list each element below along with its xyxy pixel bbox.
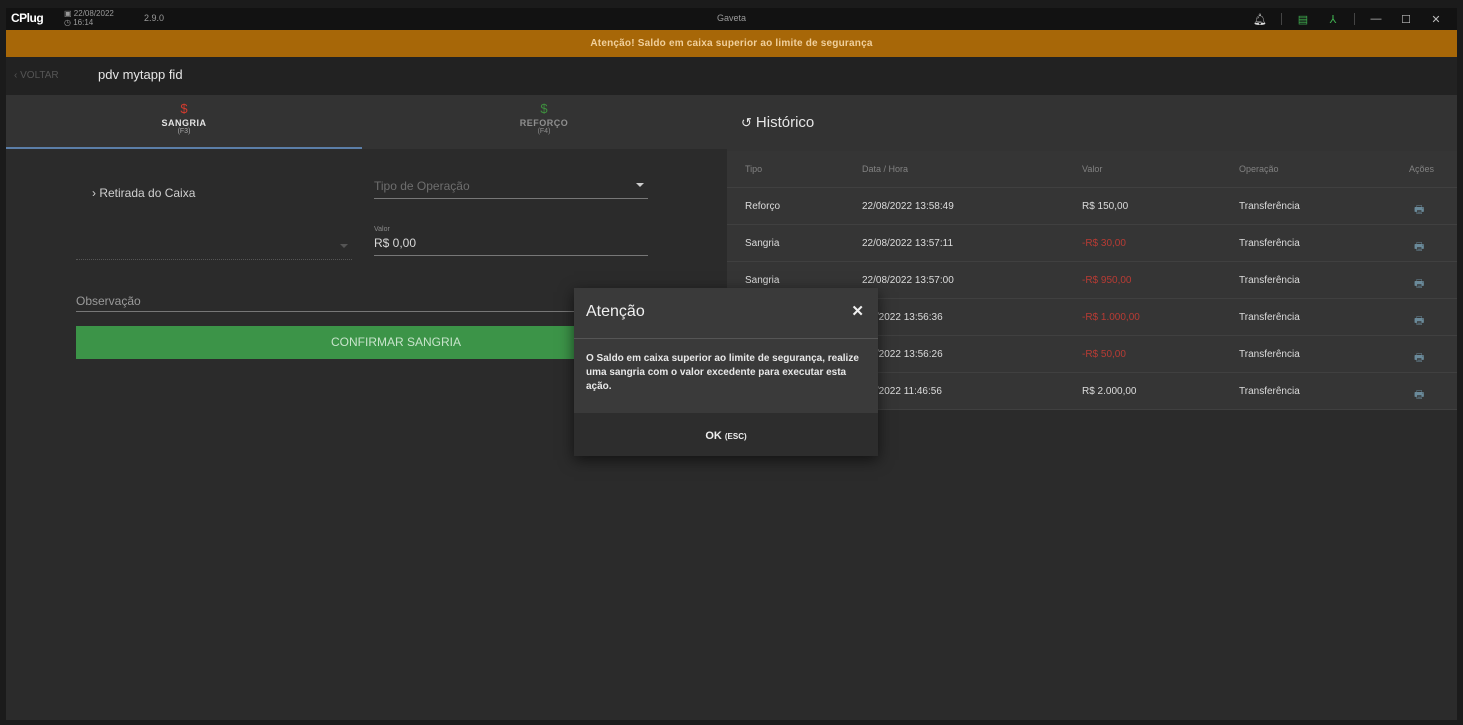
dialog-title: Atenção [586,303,645,320]
dialog-footer: OK (ESC) [574,413,878,456]
divider [574,338,878,339]
ok-shortcut: (ESC) [724,432,747,441]
ok-label: OK [705,430,722,442]
app-window: CPlug ▣ 22/08/2022 ◷ 16:14 2.9.0 Gaveta … [6,8,1457,720]
close-icon[interactable]: ✕ [851,302,864,320]
alert-dialog: Atenção ✕ O Saldo em caixa superior ao l… [574,288,878,456]
ok-button[interactable]: OK (ESC) [705,430,746,442]
dialog-message: O Saldo em caixa superior ao limite de s… [586,353,859,392]
dialog-overlay: Atenção ✕ O Saldo em caixa superior ao l… [6,8,1457,720]
